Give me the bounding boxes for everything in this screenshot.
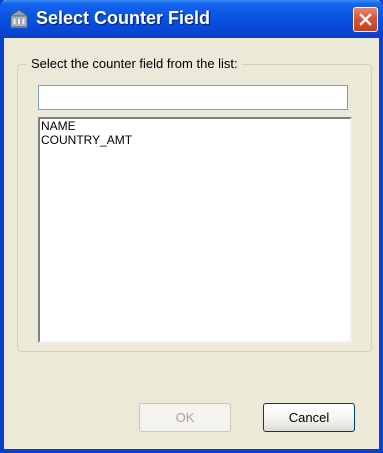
ok-button[interactable]: OK [139,403,231,432]
list-item[interactable]: COUNTRY_AMT [40,133,350,147]
dialog-window: Select Counter Field Select the counter … [0,0,383,453]
list-item[interactable]: NAME [40,119,350,133]
window-title: Select Counter Field [36,8,211,28]
filter-input[interactable] [38,85,348,110]
title-bar[interactable]: Select Counter Field [0,0,383,38]
cancel-button[interactable]: Cancel [263,403,355,432]
field-groupbox: Select the counter field from the list: … [17,56,372,352]
groupbox-legend: Select the counter field from the list: [27,56,242,71]
field-list[interactable]: NAME COUNTRY_AMT [38,117,352,343]
close-icon [359,13,372,26]
database-icon [8,8,30,30]
close-button[interactable] [353,7,378,32]
